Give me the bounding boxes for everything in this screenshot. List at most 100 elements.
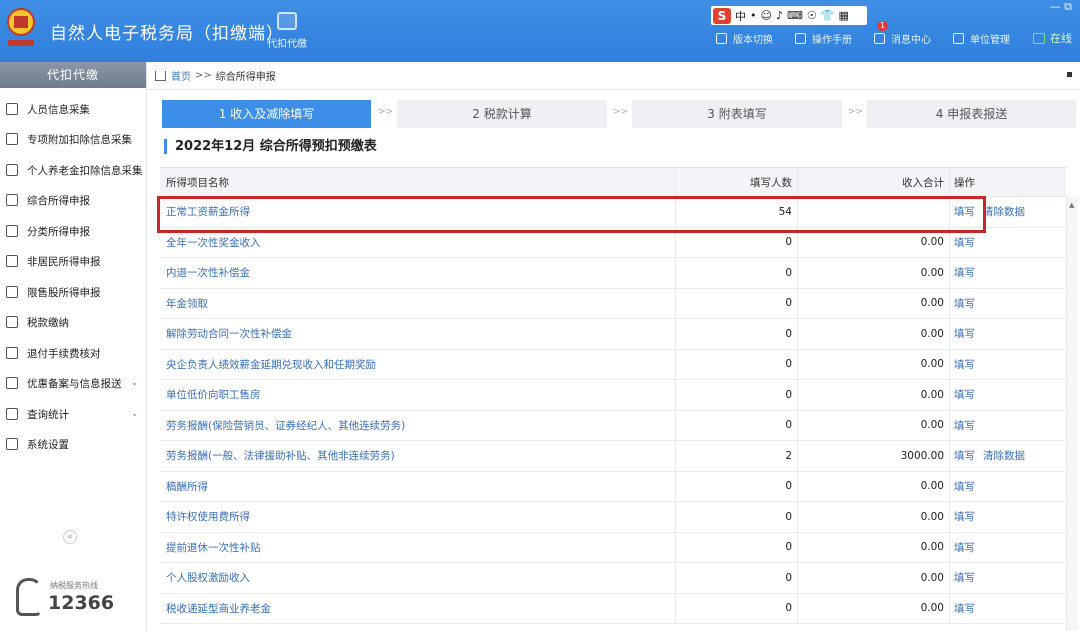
step-attachment[interactable]: 3 附表填写	[632, 100, 842, 128]
unit-management-button[interactable]: 单位管理	[953, 31, 1010, 46]
sidebar-item-label: 查询统计	[27, 408, 69, 421]
layers-icon	[6, 194, 18, 206]
sidebar-item-11[interactable]: 系统设置	[0, 429, 147, 459]
sidebar-item-4[interactable]: 分类所得申报	[0, 216, 147, 246]
row-actions: 填写	[950, 411, 1066, 441]
sidebar-item-label: 退付手续费核对	[27, 347, 101, 360]
fill-link[interactable]: 填写	[954, 509, 975, 524]
fill-link[interactable]: 填写	[954, 204, 975, 219]
window-controls[interactable]: — ⧉	[1050, 0, 1072, 14]
panel-menu-icon[interactable]	[1067, 72, 1072, 77]
sidebar-item-6[interactable]: 限售股所得申报	[0, 277, 147, 307]
ime-keyboard-icon[interactable]: ⌨	[787, 9, 803, 22]
sidebar-item-0[interactable]: 人员信息采集	[0, 94, 147, 124]
chevron-down-icon: ⌄	[131, 409, 138, 418]
fill-link[interactable]: 填写	[954, 448, 975, 463]
step-income-deduction[interactable]: 1 收入及减除填写	[162, 100, 371, 128]
fill-link[interactable]: 填写	[954, 265, 975, 280]
row-actions: 填写	[950, 533, 1066, 563]
income-total	[798, 197, 950, 227]
income-item-name[interactable]: 提前退休一次性补贴	[160, 532, 676, 562]
income-item-name[interactable]: 解除劳动合同一次性补偿金	[160, 319, 676, 349]
sidebar-item-label: 系统设置	[27, 438, 69, 451]
fill-link[interactable]: 填写	[954, 387, 975, 402]
income-item-name[interactable]: 稿酬所得	[160, 471, 676, 501]
income-item-name[interactable]: 单位低价向职工售房	[160, 380, 676, 410]
step-tax-calc[interactable]: 2 税款计算	[397, 100, 607, 128]
sidebar-item-2[interactable]: 个人养老金扣除信息采集	[0, 155, 147, 185]
version-switch-button[interactable]: 版本切换	[716, 31, 773, 46]
income-item-name[interactable]: 劳务报酬(保险营销员、证券经纪人、其他连续劳务)	[160, 410, 676, 440]
income-item-name[interactable]: 特许权使用费所得	[160, 502, 676, 532]
income-item-name[interactable]: 个人股权激励收入	[160, 563, 676, 593]
income-item-name[interactable]: 劳务报酬(一般、法律援助补贴、其他非连续劳务)	[160, 441, 676, 471]
table-row: 解除劳动合同一次性补偿金 0 0.00 填写	[160, 319, 1066, 350]
chevron-down-icon: ⌄	[131, 378, 138, 387]
income-item-name[interactable]: 正常工资薪金所得	[160, 197, 676, 227]
fill-link[interactable]: 填写	[954, 326, 975, 341]
sidebar-item-10[interactable]: 查询统计 ⌄	[0, 399, 147, 429]
ime-punct-icon[interactable]: •	[750, 9, 757, 22]
sidebar-item-8[interactable]: 退付手续费核对	[0, 338, 147, 368]
income-total: 0.00	[798, 258, 950, 288]
income-item-name[interactable]: 全年一次性奖金收入	[160, 227, 676, 257]
income-item-name[interactable]: 内退一次性补偿金	[160, 258, 676, 288]
query-icon	[6, 408, 18, 420]
clear-data-link[interactable]: 清除数据	[983, 448, 1025, 463]
ime-shirt-icon[interactable]: 👕	[821, 9, 835, 22]
sidebar-item-9[interactable]: 优惠备案与信息报送 ⌄	[0, 368, 147, 398]
bar-chart-icon	[6, 286, 18, 298]
fill-count: 0	[676, 593, 798, 623]
income-item-name[interactable]: 年金领取	[160, 288, 676, 318]
fill-count: 0	[676, 380, 798, 410]
row-actions: 填写	[950, 472, 1066, 502]
fill-link[interactable]: 填写	[954, 418, 975, 433]
fill-link[interactable]: 填写	[954, 601, 975, 616]
row-actions: 填写 清除数据	[950, 197, 1066, 227]
fill-count: 0	[676, 349, 798, 379]
step-bar: 1 收入及减除填写 >> 2 税款计算 >> 3 附表填写 >> 4 申报表报送	[162, 100, 1076, 128]
ime-skin-icon[interactable]: ☉	[807, 9, 817, 22]
table-row: 劳务报酬(保险营销员、证券经纪人、其他连续劳务) 0 0.00 填写	[160, 410, 1066, 441]
message-badge: 1	[877, 20, 889, 31]
income-item-name[interactable]: 央企负责人绩效薪金延期兑现收入和任期奖励	[160, 349, 676, 379]
breadcrumb-home[interactable]: 首页	[171, 68, 191, 83]
headset-icon	[16, 578, 42, 616]
fill-link[interactable]: 填写	[954, 357, 975, 372]
ime-grid-icon[interactable]: ▦	[838, 9, 848, 22]
income-item-name[interactable]: 税收递延型商业养老金	[160, 593, 676, 623]
fill-link[interactable]: 填写	[954, 570, 975, 585]
ime-emoji-icon[interactable]: ☺	[761, 9, 772, 22]
home-icon[interactable]	[155, 70, 166, 81]
message-center-button[interactable]: 1 消息中心	[874, 20, 931, 46]
clear-data-link[interactable]: 清除数据	[983, 204, 1025, 219]
table-scrollbar[interactable]: ▲	[1066, 197, 1078, 631]
table-header: 所得项目名称 填写人数 收入合计 操作	[160, 167, 1066, 197]
unit-management-label: 单位管理	[970, 34, 1010, 46]
ime-toolbar[interactable]: S 中 • ☺ ♪ ⌨ ☉ 👕 ▦	[711, 6, 867, 25]
version-switch-icon	[716, 32, 727, 44]
fill-link[interactable]: 填写	[954, 296, 975, 311]
fill-link[interactable]: 填写	[954, 235, 975, 250]
fill-link[interactable]: 填写	[954, 540, 975, 555]
sidebar-item-5[interactable]: 非居民所得申报	[0, 246, 147, 276]
sidebar-item-1[interactable]: 专项附加扣除信息采集	[0, 124, 147, 154]
table-row: 央企负责人绩效薪金延期兑现收入和任期奖励 0 0.00 填写	[160, 349, 1066, 380]
collapse-sidebar-button[interactable]: «	[63, 530, 77, 544]
scroll-up-icon[interactable]: ▲	[1069, 201, 1074, 209]
folder-icon	[6, 316, 18, 328]
sidebar-item-3[interactable]: 综合所得申报	[0, 185, 147, 215]
sidebar: 代扣代缴 人员信息采集 专项附加扣除信息采集 个人养老金扣除信息采集 综合所得申报 分类…	[0, 62, 147, 631]
tax-emblem-icon	[7, 8, 35, 46]
sogou-ime-icon[interactable]: S	[713, 7, 731, 24]
manual-button[interactable]: 操作手册	[795, 31, 852, 46]
sidebar-item-7[interactable]: 税款缴纳	[0, 307, 147, 337]
fill-count: 0	[676, 227, 798, 257]
fill-link[interactable]: 填写	[954, 479, 975, 494]
sidebar-item-label: 综合所得申报	[27, 194, 90, 207]
step-submit[interactable]: 4 申报表报送	[867, 100, 1076, 128]
sidebar-item-label: 专项附加扣除信息采集	[27, 133, 132, 146]
proxy-withholding-button[interactable]: 代扣代缴	[264, 10, 310, 56]
ime-mode-icon[interactable]: 中	[735, 8, 746, 24]
ime-voice-icon[interactable]: ♪	[776, 9, 783, 22]
